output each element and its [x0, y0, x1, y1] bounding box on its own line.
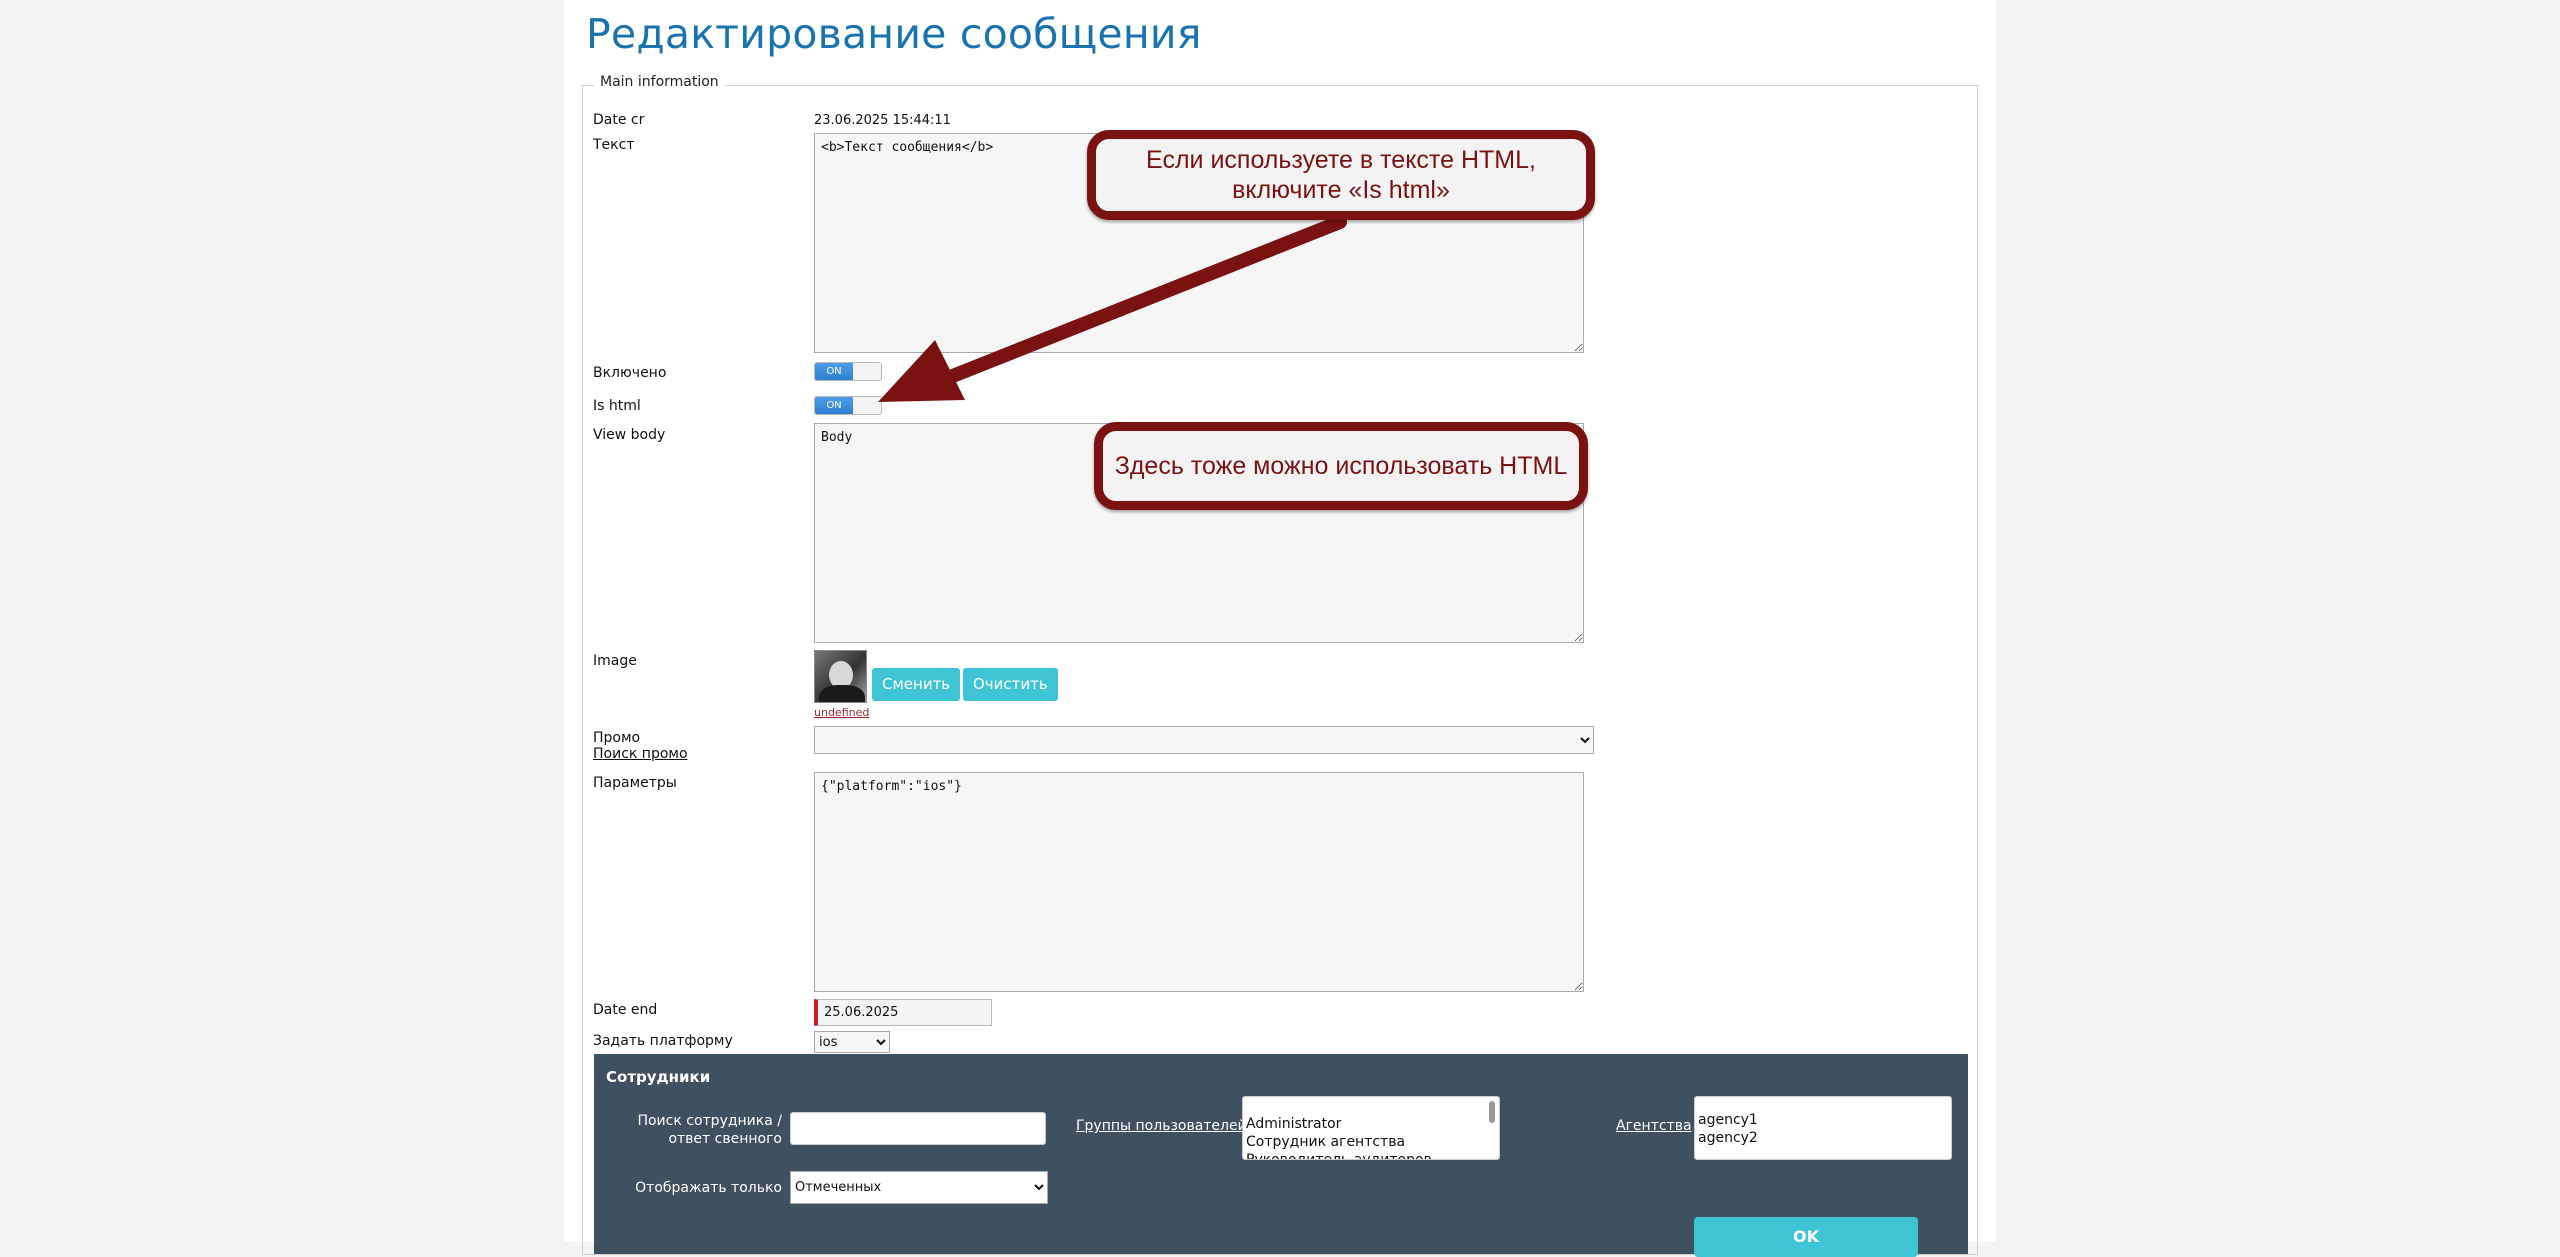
agencies-link[interactable]: Агентства [1616, 1118, 1692, 1134]
image-label: Image [593, 653, 637, 669]
platform-label: Задать платформу [593, 1033, 733, 1049]
enabled-label: Включено [593, 365, 667, 381]
user-group-item[interactable]: Сотрудник агентства [1246, 1133, 1499, 1151]
show-only-select[interactable]: Отмеченных [790, 1171, 1048, 1204]
is-html-toggle[interactable]: ON [814, 396, 882, 415]
employee-search-input[interactable] [790, 1112, 1046, 1145]
image-thumbnail [814, 650, 867, 703]
fieldset-legend: Main information [594, 74, 725, 90]
clear-image-button[interactable]: Очистить [963, 668, 1058, 701]
date-end-label: Date end [593, 1002, 658, 1018]
date-end-input[interactable]: 25.06.2025 [814, 999, 992, 1026]
image-link[interactable]: undefined [814, 706, 869, 719]
is-html-label: Is html [593, 398, 641, 414]
callout-view-body: Здесь тоже можно использовать HTML [1094, 422, 1588, 510]
ok-button[interactable]: OK [1694, 1217, 1918, 1257]
show-only-label: Отображать только [635, 1180, 782, 1196]
callout-is-html: Если используете в тексте HTML, включите… [1087, 130, 1595, 220]
agency-item[interactable]: agency1 [1698, 1111, 1951, 1129]
listbox-scrollbar[interactable] [1489, 1101, 1495, 1123]
search-promo-link[interactable]: Поиск промо [593, 746, 688, 762]
is-html-toggle-state: ON [815, 397, 853, 414]
promo-select[interactable] [814, 726, 1594, 754]
text-label: Текст [593, 137, 635, 153]
view-body-label: View body [593, 427, 666, 443]
change-image-button[interactable]: Сменить [872, 668, 961, 701]
page-title: Редактирование сообщения [586, 10, 1202, 58]
enabled-toggle-state: ON [815, 363, 853, 380]
agency-item[interactable]: agency2 [1698, 1129, 1951, 1147]
date-cr-value: 23.06.2025 15:44:11 [814, 113, 951, 128]
agencies-listbox[interactable]: agency1 agency2 [1694, 1096, 1952, 1160]
employees-title: Сотрудники [606, 1068, 711, 1086]
enabled-toggle[interactable]: ON [814, 362, 882, 381]
user-groups-listbox[interactable]: Administrator Сотрудник агентства Руково… [1242, 1096, 1500, 1160]
params-label: Параметры [593, 775, 677, 791]
promo-label: Промо [593, 730, 641, 746]
user-group-item[interactable]: Руководитель аудиторов [1246, 1151, 1499, 1159]
employee-search-label: Поиск сотрудника / ответ свенного [637, 1113, 782, 1147]
user-groups-link[interactable]: Группы пользователей [1076, 1118, 1247, 1134]
params-textarea[interactable]: {"platform":"ios"} [814, 772, 1584, 992]
platform-select[interactable]: ios [814, 1031, 890, 1053]
user-group-item[interactable]: Administrator [1246, 1115, 1499, 1133]
date-cr-label: Date cr [593, 112, 645, 128]
